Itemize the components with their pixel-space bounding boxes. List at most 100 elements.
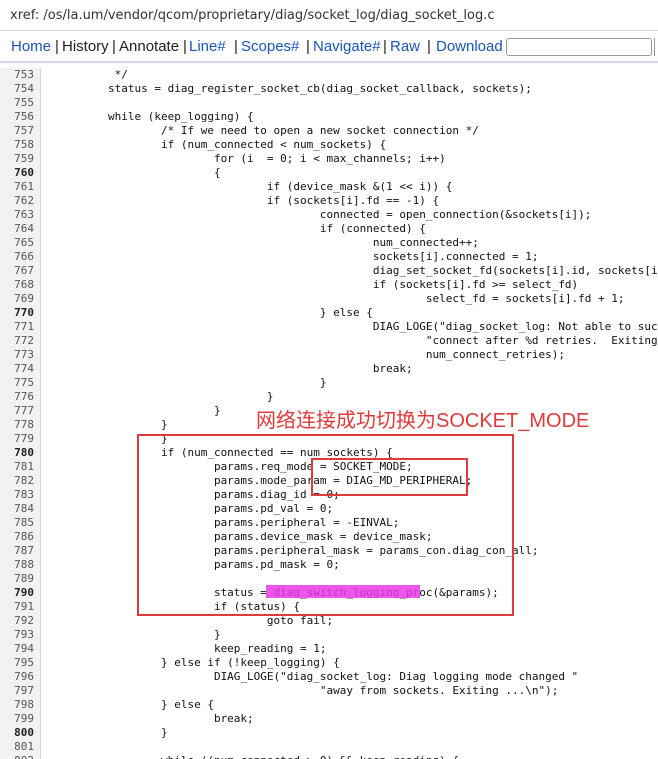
line-number[interactable]: 797 (0, 684, 34, 698)
code-line: /* If we need to open a new socket conne… (55, 124, 479, 137)
code-line: } else if (!keep_logging) { (55, 656, 340, 669)
code-line: "away from sockets. Exiting ...\n"); (55, 684, 559, 697)
line-number[interactable]: 766 (0, 250, 34, 264)
code-line: num_connected++; (55, 236, 479, 249)
line-number[interactable]: 784 (0, 502, 34, 516)
line-number[interactable]: 756 (0, 110, 34, 124)
nav-navigate-link[interactable]: Navigate# (313, 38, 381, 55)
search-button-edge[interactable] (654, 38, 658, 56)
code-line: } (55, 390, 274, 403)
code-line: } (55, 726, 168, 739)
line-number[interactable]: 761 (0, 180, 34, 194)
code-line: } (55, 418, 168, 431)
code-line: { (55, 166, 221, 179)
line-number[interactable]: 762 (0, 194, 34, 208)
code-line: connected = open_connection(&sockets[i])… (55, 208, 592, 221)
code-line: if (num_connected < num_sockets) { (55, 138, 387, 151)
code-line: } (55, 404, 221, 417)
nav-download-link[interactable]: Download (436, 38, 503, 55)
code-line: keep_reading = 1; (55, 642, 327, 655)
code-line: num_connect_retries); (55, 348, 565, 361)
nav-separator: | (427, 38, 431, 55)
line-number[interactable]: 768 (0, 278, 34, 292)
nav-separator: | (234, 38, 238, 55)
line-number[interactable]: 783 (0, 488, 34, 502)
code-line: if (connected) { (55, 222, 426, 235)
code-line: diag_set_socket_fd(sockets[i].id, socket… (55, 264, 658, 277)
line-number[interactable]: 786 (0, 530, 34, 544)
line-number[interactable]: 799 (0, 712, 34, 726)
code-line: } (55, 628, 221, 641)
nav-annotate-link[interactable]: Annotate (119, 38, 179, 55)
line-number[interactable]: 801 (0, 740, 34, 754)
line-number[interactable]: 778 (0, 418, 34, 432)
line-number[interactable]: 785 (0, 516, 34, 530)
line-number[interactable]: 758 (0, 138, 34, 152)
line-number[interactable]: 759 (0, 152, 34, 166)
line-number[interactable]: 757 (0, 124, 34, 138)
code-line: sockets[i].connected = 1; (55, 250, 539, 263)
line-number[interactable]: 794 (0, 642, 34, 656)
line-number[interactable]: 773 (0, 348, 34, 362)
line-number[interactable]: 792 (0, 614, 34, 628)
code-line: DIAG_LOGE("diag_socket_log: Not able to … (55, 320, 658, 333)
xref-bar: xref: /os/la.um/vendor/qcom/proprietary/… (0, 0, 658, 31)
line-number[interactable]: 788 (0, 558, 34, 572)
line-number[interactable]: 769 (0, 292, 34, 306)
line-number[interactable]: 764 (0, 222, 34, 236)
code-line: } else { (55, 306, 373, 319)
line-number[interactable]: 776 (0, 390, 34, 404)
line-number[interactable]: 782 (0, 474, 34, 488)
code-line: */ (55, 68, 128, 81)
annotation-box-small (311, 458, 468, 496)
line-number[interactable]: 796 (0, 670, 34, 684)
code-line: status = diag_register_socket_cb(diag_so… (55, 82, 532, 95)
line-number[interactable]: 754 (0, 82, 34, 96)
code-line: goto fail; (55, 614, 334, 627)
annotation-label: 网络连接成功切换为SOCKET_MODE (256, 410, 590, 432)
line-number[interactable]: 774 (0, 362, 34, 376)
line-number[interactable]: 791 (0, 600, 34, 614)
line-number[interactable]: 772 (0, 334, 34, 348)
nav-separator: | (55, 38, 59, 55)
code-line: DIAG_LOGE("diag_socket_log: Diag logging… (55, 670, 579, 683)
nav-history-link[interactable]: History (62, 38, 109, 55)
line-number[interactable]: 755 (0, 96, 34, 110)
code-line: if (sockets[i].fd >= select_fd) (55, 278, 579, 291)
nav-home-link[interactable]: Home (11, 38, 51, 55)
line-number[interactable]: 789 (0, 572, 34, 586)
line-number[interactable]: 790 (0, 586, 34, 600)
line-number[interactable]: 793 (0, 628, 34, 642)
nav-bar: Home | History | Annotate | Line# | Scop… (0, 33, 658, 63)
line-number[interactable]: 765 (0, 236, 34, 250)
line-number[interactable]: 770 (0, 306, 34, 320)
line-number[interactable]: 767 (0, 264, 34, 278)
line-number[interactable]: 763 (0, 208, 34, 222)
code-line: while (keep_logging) { (55, 110, 254, 123)
line-number[interactable]: 798 (0, 698, 34, 712)
code-line: break; (55, 362, 413, 375)
search-input[interactable] (506, 38, 652, 56)
line-number[interactable]: 779 (0, 432, 34, 446)
code-line: break; (55, 712, 254, 725)
nav-separator: | (306, 38, 310, 55)
code-line: } (55, 376, 327, 389)
nav-raw-link[interactable]: Raw (390, 38, 420, 55)
line-number[interactable]: 802 (0, 754, 34, 759)
code-line: } else { (55, 698, 214, 711)
line-number[interactable]: 787 (0, 544, 34, 558)
line-number[interactable]: 777 (0, 404, 34, 418)
nav-line-link[interactable]: Line# (189, 38, 226, 55)
line-number[interactable]: 753 (0, 68, 34, 82)
nav-separator: | (383, 38, 387, 55)
code-line: select_fd = sockets[i].fd + 1; (55, 292, 625, 305)
line-number[interactable]: 780 (0, 446, 34, 460)
code-line: if (sockets[i].fd == -1) { (55, 194, 440, 207)
line-number[interactable]: 795 (0, 656, 34, 670)
line-number[interactable]: 760 (0, 166, 34, 180)
line-number[interactable]: 800 (0, 726, 34, 740)
nav-scopes-link[interactable]: Scopes# (241, 38, 299, 55)
line-number[interactable]: 775 (0, 376, 34, 390)
line-number[interactable]: 781 (0, 460, 34, 474)
line-number[interactable]: 771 (0, 320, 34, 334)
